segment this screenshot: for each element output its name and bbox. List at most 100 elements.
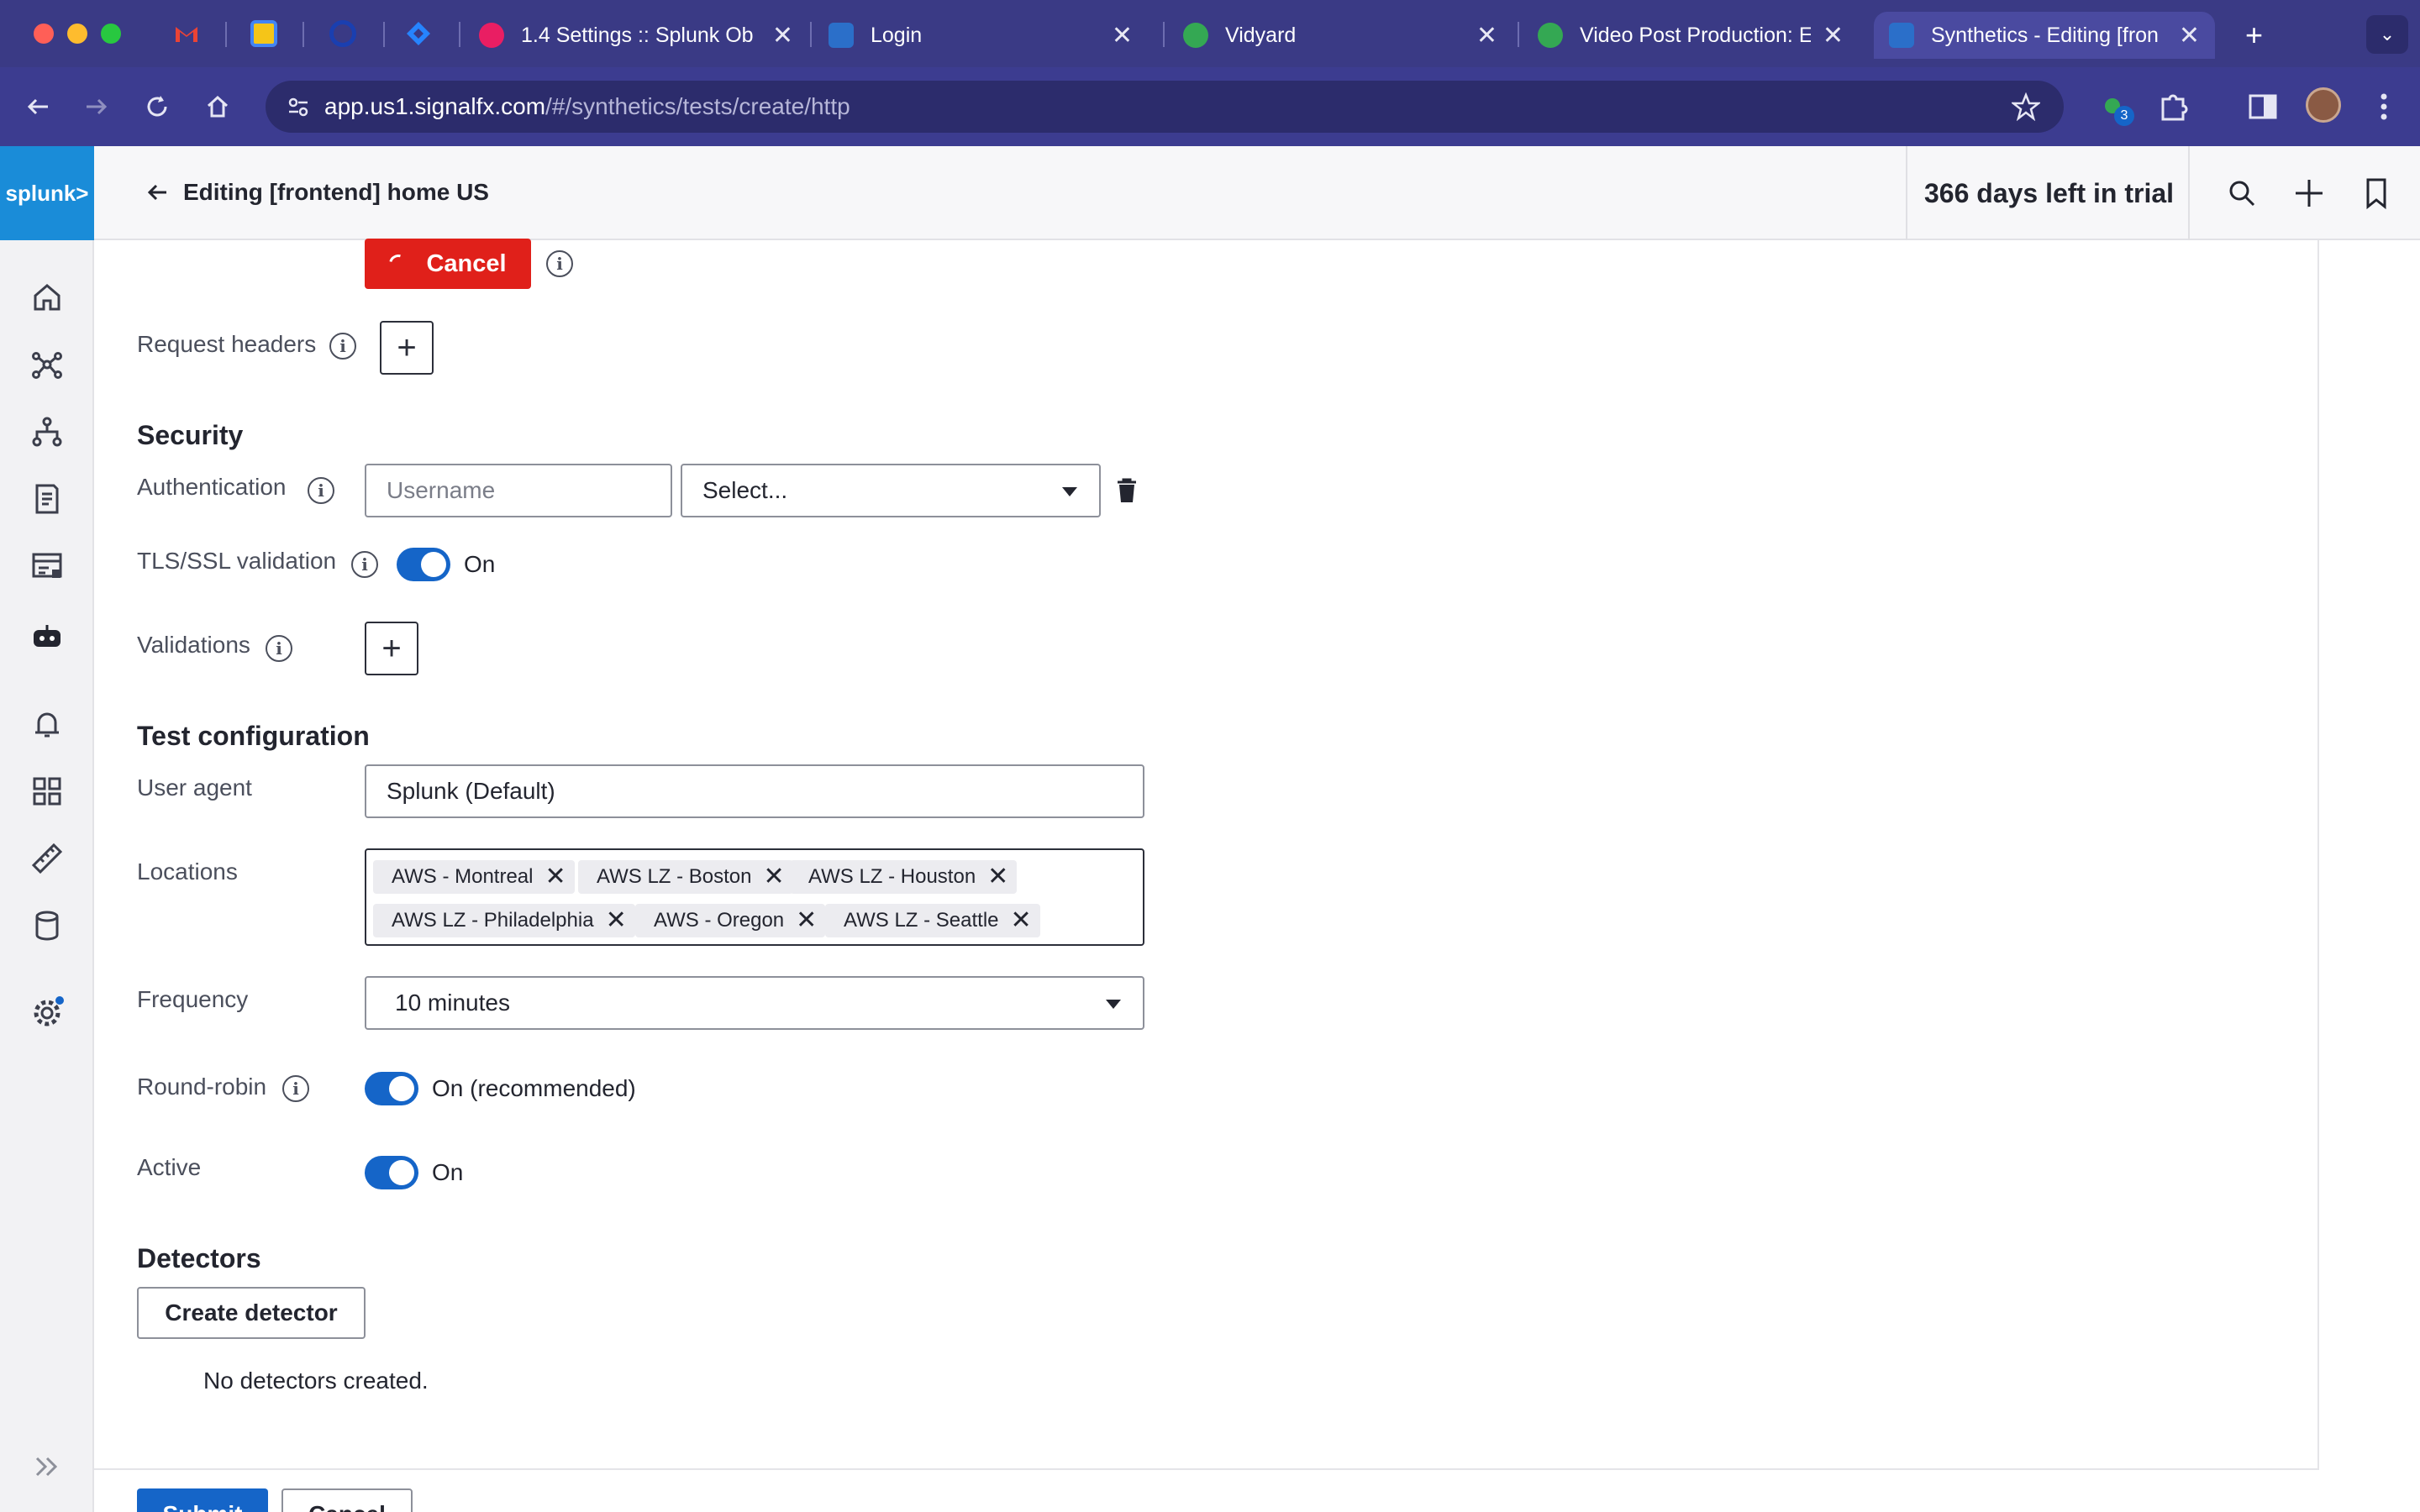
toggle-knob: [389, 1160, 414, 1185]
address-bar[interactable]: app.us1.signalfx.com/#/synthetics/tests/…: [266, 81, 2064, 133]
create-detector-button[interactable]: Create detector: [137, 1287, 366, 1339]
tab-title: 1.4 Settings :: Splunk Ob: [521, 23, 754, 47]
cancel-button[interactable]: Cancel: [281, 1488, 413, 1512]
tab-separator: [1518, 22, 1519, 47]
info-icon[interactable]: i: [351, 551, 378, 578]
page-title: Editing [frontend] home US: [183, 179, 489, 205]
info-icon[interactable]: i: [308, 477, 334, 504]
remove-location-icon[interactable]: ✕: [796, 908, 817, 933]
database-icon[interactable]: [30, 909, 64, 942]
synthetics-favicon-icon: [1889, 23, 1914, 48]
calendar-pinned-tab[interactable]: [250, 20, 277, 47]
close-tab-icon[interactable]: ✕: [1476, 21, 1497, 50]
locations-multiselect[interactable]: AWS - Montreal ✕ AWS LZ - Boston ✕ AWS L…: [365, 848, 1144, 946]
remove-location-icon[interactable]: ✕: [606, 908, 627, 933]
tab-title: Login: [871, 23, 923, 47]
tab-separator: [810, 22, 812, 47]
tab-search-chevron-icon[interactable]: ⌄: [2366, 15, 2408, 54]
settings-gear-icon[interactable]: [30, 996, 64, 1030]
chevron-down-icon: [1106, 1000, 1121, 1009]
round-robin-toggle[interactable]: [365, 1072, 418, 1105]
info-icon[interactable]: i: [329, 333, 356, 360]
close-tab-icon[interactable]: ✕: [1823, 21, 1844, 50]
tab-vidyard[interactable]: Vidyard ✕: [1168, 12, 1512, 59]
location-chip: AWS - Montreal ✕: [373, 860, 575, 894]
maximize-window-button[interactable]: [101, 24, 121, 44]
site-settings-icon[interactable]: [286, 94, 311, 119]
url-path: /#/synthetics/tests/create/http: [545, 93, 850, 119]
browser-menu-icon[interactable]: [2371, 87, 2396, 126]
service-map-icon[interactable]: [30, 348, 64, 381]
info-icon[interactable]: i: [282, 1075, 309, 1102]
back-icon[interactable]: [15, 84, 60, 129]
gmail-pinned-tab[interactable]: [173, 20, 200, 47]
add-validation-button[interactable]: +: [365, 622, 418, 675]
tab-splunk-settings[interactable]: 1.4 Settings :: Splunk Ob ✕: [464, 12, 808, 59]
remove-location-icon[interactable]: ✕: [1011, 908, 1032, 933]
header-divider: [2188, 146, 2190, 240]
header-divider: [1906, 146, 1907, 240]
frequency-select[interactable]: 10 minutes: [365, 976, 1144, 1030]
submit-button[interactable]: Submit: [137, 1488, 268, 1512]
close-tab-icon[interactable]: ✕: [2179, 21, 2200, 50]
back-arrow-icon[interactable]: [143, 178, 171, 207]
location-chip-label: AWS LZ - Houston: [808, 865, 976, 888]
close-window-button[interactable]: [34, 24, 54, 44]
minimize-window-button[interactable]: [67, 24, 87, 44]
location-chip: AWS LZ - Seattle ✕: [825, 904, 1040, 937]
user-agent-input[interactable]: Splunk (Default): [365, 764, 1144, 818]
active-toggle[interactable]: [365, 1156, 418, 1189]
info-icon[interactable]: i: [266, 635, 292, 662]
footer-divider: [94, 1468, 2317, 1470]
okta-pinned-tab[interactable]: [329, 20, 356, 47]
splunk-logo[interactable]: splunk>: [0, 146, 94, 240]
tab-login[interactable]: Login ✕: [813, 12, 1148, 59]
bookmark-icon[interactable]: [2360, 176, 2393, 210]
alerts-bell-icon[interactable]: [30, 707, 64, 741]
tls-validation-toggle[interactable]: [397, 548, 450, 581]
extension-icon[interactable]: 3: [2099, 91, 2134, 126]
search-icon[interactable]: [2225, 176, 2259, 210]
infrastructure-icon[interactable]: [30, 549, 64, 583]
log-document-icon[interactable]: [30, 482, 64, 516]
ruler-icon[interactable]: [30, 842, 64, 875]
no-detectors-message: No detectors created.: [203, 1368, 429, 1394]
profile-avatar[interactable]: [2306, 87, 2341, 123]
home-icon[interactable]: [195, 84, 240, 129]
new-tab-button[interactable]: +: [2230, 12, 2281, 59]
active-state: On: [432, 1159, 464, 1185]
dashboards-icon[interactable]: [30, 774, 64, 808]
cancel-run-button[interactable]: Cancel: [365, 239, 531, 289]
add-request-header-button[interactable]: +: [380, 321, 434, 375]
tab-video-post-production[interactable]: Video Post Production: E ✕: [1523, 12, 1859, 59]
remove-location-icon[interactable]: ✕: [764, 864, 785, 890]
close-tab-icon[interactable]: ✕: [1112, 21, 1133, 50]
remove-location-icon[interactable]: ✕: [544, 864, 566, 890]
vidyard-favicon-icon: [1538, 23, 1563, 48]
bookmark-star-icon[interactable]: [2010, 92, 2042, 122]
remove-location-icon[interactable]: ✕: [987, 864, 1008, 890]
username-input[interactable]: Username: [365, 464, 672, 517]
side-panel-icon[interactable]: [2245, 89, 2281, 124]
hierarchy-icon[interactable]: [30, 415, 64, 449]
loading-spinner-icon: [386, 250, 412, 277]
info-icon[interactable]: i: [546, 250, 573, 277]
login-favicon-icon: [829, 23, 854, 48]
jira-pinned-tab[interactable]: [405, 20, 432, 47]
add-icon[interactable]: [2292, 176, 2326, 210]
tls-validation-label: TLS/SSL validation: [137, 548, 337, 574]
extensions-puzzle-icon[interactable]: [2156, 89, 2191, 124]
home-icon[interactable]: [30, 281, 64, 314]
forward-icon[interactable]: [74, 84, 119, 129]
tab-separator: [1163, 22, 1165, 47]
auth-type-select[interactable]: Select...: [681, 464, 1101, 517]
trash-icon[interactable]: [1114, 477, 1139, 504]
tab-title: Synthetics - Editing [fron: [1931, 23, 2159, 47]
tab-synthetics-editing[interactable]: Synthetics - Editing [fron ✕: [1874, 12, 2215, 59]
splunk-favicon-icon: [479, 23, 504, 48]
synthetics-robot-icon[interactable]: [30, 620, 64, 654]
close-tab-icon[interactable]: ✕: [772, 21, 793, 50]
expand-sidebar-icon[interactable]: [30, 1450, 64, 1483]
tab-title: Video Post Production: E: [1580, 23, 1811, 47]
reload-icon[interactable]: [134, 84, 180, 129]
